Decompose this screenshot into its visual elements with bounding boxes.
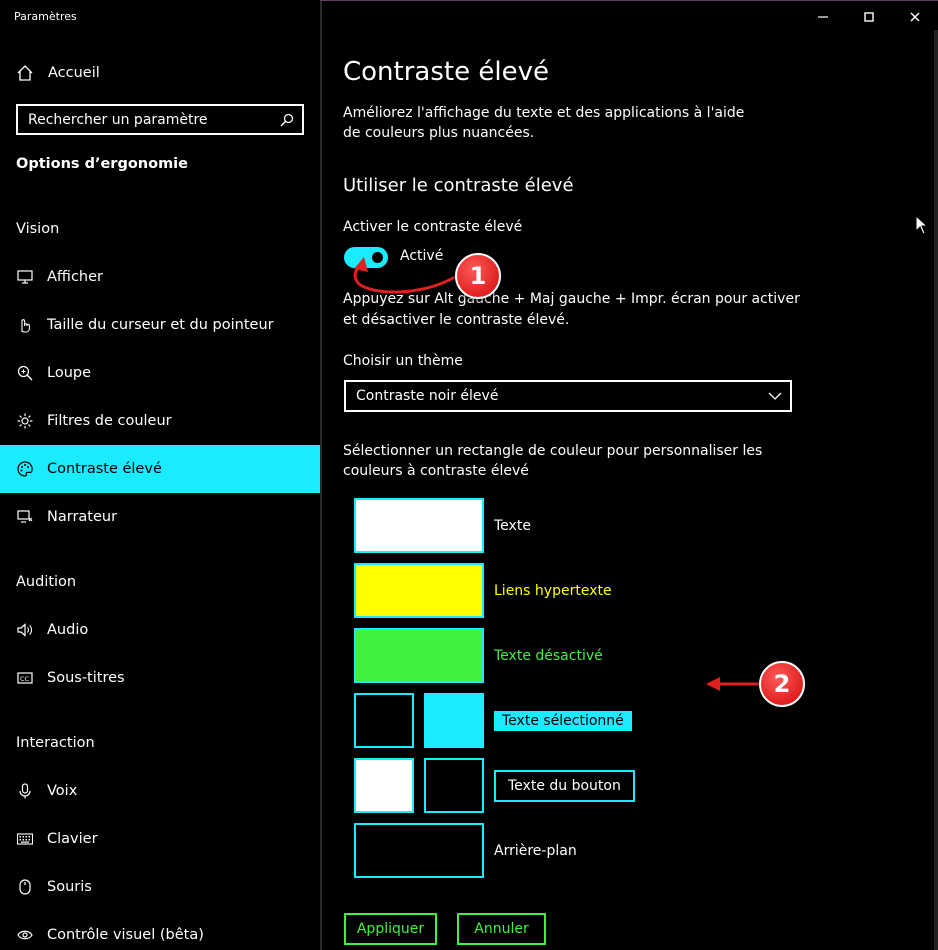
home-icon <box>16 64 34 82</box>
sidebar-item-captions[interactable]: CC Sous-titres <box>0 654 320 702</box>
close-icon <box>910 12 920 22</box>
group-audition: Audition <box>16 574 77 590</box>
sidebar-item-label: Contraste élevé <box>47 461 162 477</box>
section-heading: Utiliser le contraste élevé <box>343 175 574 196</box>
color-select-description: Sélectionner un rectangle de couleur pou… <box>343 443 763 479</box>
annotation-badge-2: 2 <box>759 661 805 707</box>
speaker-icon <box>16 621 34 639</box>
button-background-swatch[interactable] <box>354 758 414 813</box>
page-title: Contraste élevé <box>343 57 549 87</box>
sidebar-item-label: Loupe <box>47 365 92 381</box>
sun-icon <box>16 412 34 430</box>
window-controls <box>800 6 938 28</box>
hyperlink-color-label: Liens hypertexte <box>494 583 612 599</box>
sidebar-item-afficher[interactable]: Afficher <box>0 253 320 301</box>
sidebar-item-high-contrast[interactable]: Contraste élevé <box>0 445 320 493</box>
home-label: Accueil <box>48 65 100 81</box>
sidebar-item-eye-control[interactable]: Contrôle visuel (bêta) <box>0 911 320 950</box>
theme-value: Contraste noir élevé <box>356 388 499 404</box>
annotation-arrow-1 <box>353 257 456 294</box>
hyperlink-color-swatch[interactable] <box>354 563 484 618</box>
sidebar-item-mouse[interactable]: Souris <box>0 863 320 911</box>
selected-text-swatch[interactable] <box>424 693 484 748</box>
home-link[interactable]: Accueil <box>16 62 100 84</box>
sidebar-item-audio[interactable]: Audio <box>0 606 320 654</box>
annotation-arrow-2 <box>706 677 760 691</box>
disabled-color-swatch[interactable] <box>354 628 484 683</box>
background-color-label: Arrière-plan <box>494 843 577 859</box>
magnifier-icon <box>16 364 34 382</box>
maximize-icon <box>864 12 874 22</box>
sidebar-item-loupe[interactable]: Loupe <box>0 349 320 397</box>
captions-icon: CC <box>16 669 34 687</box>
toggle-label: Activer le contraste élevé <box>343 219 523 235</box>
disabled-color-label: Texte désactivé <box>494 648 603 664</box>
mouse-pointer-icon <box>915 215 929 235</box>
button-text-swatch[interactable] <box>424 758 484 813</box>
sidebar-item-label: Narrateur <box>47 509 118 525</box>
microphone-icon <box>16 782 34 800</box>
annotation-badge-1: 1 <box>455 253 501 299</box>
palette-icon <box>16 460 34 478</box>
search-placeholder: Rechercher un paramètre <box>28 111 208 128</box>
background-color-swatch[interactable] <box>354 823 484 878</box>
apply-button[interactable]: Appliquer <box>344 913 437 945</box>
sidebar-divider <box>320 0 322 950</box>
window-top-border <box>320 0 938 1</box>
section-title: Options d’ergonomie <box>16 156 188 172</box>
sidebar-item-voice[interactable]: Voix <box>0 767 320 815</box>
chevron-down-icon <box>768 392 782 400</box>
theme-dropdown[interactable]: Contraste noir élevé <box>344 380 792 412</box>
group-interaction: Interaction <box>16 735 95 751</box>
sidebar-item-color-filters[interactable]: Filtres de couleur <box>0 397 320 445</box>
cancel-button[interactable]: Annuler <box>457 913 546 945</box>
text-color-label: Texte <box>494 518 531 534</box>
minimize-icon <box>818 16 828 18</box>
sidebar-item-label: Taille du curseur et du pointeur <box>47 317 274 333</box>
sidebar-item-cursor[interactable]: Taille du curseur et du pointeur <box>0 301 320 349</box>
sidebar-item-label: Clavier <box>47 831 98 847</box>
button-text-label: Texte du bouton <box>494 770 635 802</box>
sidebar-item-label: Sous-titres <box>47 670 125 686</box>
monitor-icon <box>16 268 34 286</box>
app-title: Paramètres <box>14 10 77 23</box>
svg-text:CC: CC <box>20 675 30 683</box>
selected-text-label: Texte sélectionné <box>494 711 632 731</box>
selected-background-swatch[interactable] <box>354 693 414 748</box>
group-vision: Vision <box>16 221 60 237</box>
sidebar-item-label: Voix <box>47 783 78 799</box>
mouse-icon <box>16 878 34 896</box>
maximize-button[interactable] <box>846 6 892 28</box>
sidebar-item-label: Audio <box>47 622 89 638</box>
theme-label: Choisir un thème <box>343 353 463 369</box>
scrollbar[interactable] <box>934 30 938 950</box>
eye-icon <box>16 926 34 944</box>
narrator-icon <box>16 508 34 526</box>
text-color-swatch[interactable] <box>354 498 484 553</box>
sidebar-item-narrator[interactable]: Narrateur <box>0 493 320 541</box>
sidebar-item-keyboard[interactable]: Clavier <box>0 815 320 863</box>
sidebar-item-label: Afficher <box>47 269 103 285</box>
close-button[interactable] <box>892 6 938 28</box>
search-icon <box>280 113 294 126</box>
search-input[interactable]: Rechercher un paramètre <box>16 104 304 135</box>
sidebar-item-label: Filtres de couleur <box>47 413 172 429</box>
minimize-button[interactable] <box>800 6 846 28</box>
keyboard-icon <box>16 830 34 848</box>
sidebar-item-label: Contrôle visuel (bêta) <box>47 927 204 943</box>
pointer-icon <box>16 316 34 334</box>
sidebar-item-label: Souris <box>47 879 92 895</box>
page-description: Améliorez l'affichage du texte et des ap… <box>343 105 745 141</box>
